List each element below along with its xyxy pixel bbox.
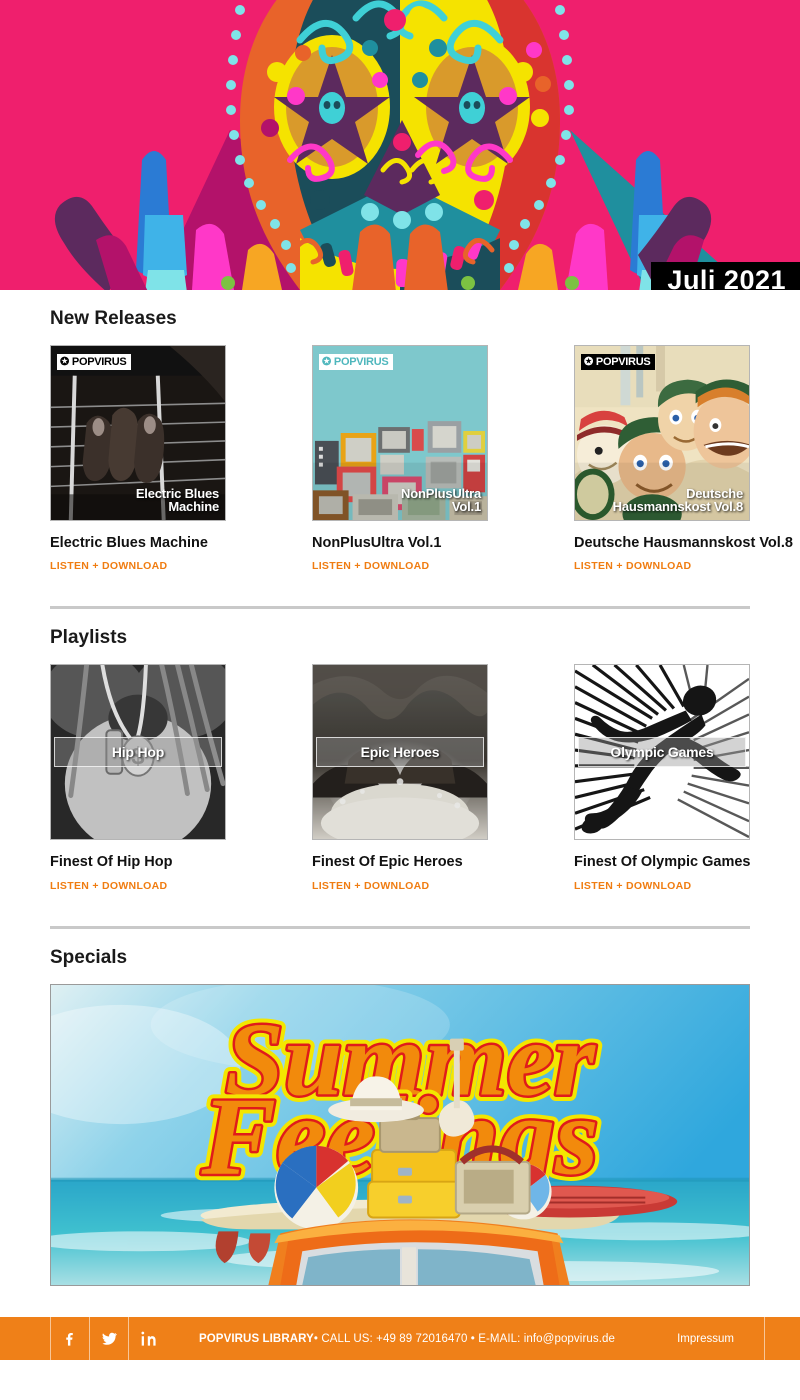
playlist-cover[interactable]: Epic Heroes — [312, 664, 488, 841]
playlist-card[interactable]: Epic Heroes Finest Of Epic Heroes LISTEN… — [312, 664, 488, 892]
month-badge: Juli 2021 — [651, 262, 800, 290]
cover-caption: Deutsche Hausmannskost Vol.8 — [612, 485, 744, 515]
release-card[interactable]: ✪ POPVIRUS Electric Blues Machine Electr… — [50, 345, 226, 572]
footer-contact-info: POPVIRUS LIBRARY • CALL US: +49 89 72016… — [167, 1317, 647, 1360]
release-card[interactable]: ✪ POPVIRUS NonPlusUltra Vol.1 NonPlusUlt… — [312, 345, 488, 572]
twitter-link[interactable] — [89, 1317, 128, 1360]
playlist-overlay: Olympic Games — [578, 737, 746, 768]
footer-left-spacer — [0, 1317, 50, 1360]
hero-banner: Juli 2021 — [0, 0, 800, 290]
section-title-new-releases: New Releases — [50, 308, 177, 329]
impressum-link[interactable]: Impressum — [647, 1317, 765, 1360]
listen-download-link[interactable]: LISTEN + DOWNLOAD — [312, 560, 488, 572]
release-title: Electric Blues Machine — [50, 535, 208, 551]
playlist-overlay-label: Epic Heroes — [360, 744, 440, 761]
playlist-overlay: Hip Hop — [54, 737, 222, 768]
footer-contact: • CALL US: +49 89 72016470 • E-MAIL: inf… — [313, 1332, 615, 1345]
playlists-grid: $ Hip Hop Finest Of Hip Hop LISTEN + DOW… — [50, 664, 751, 892]
cover-caption: Electric Blues Machine — [135, 485, 219, 515]
release-cover[interactable]: ✪ POPVIRUS Deutsche Hausmannskost Vol.8 — [574, 345, 750, 521]
playlist-cover[interactable]: Olympic Games — [574, 664, 750, 841]
star-icon: ✪ — [60, 355, 69, 368]
footer-right-spacer — [765, 1317, 800, 1360]
section-new-releases: New Releases ✪ POPVIRUS Electric Blues M… — [50, 308, 793, 610]
listen-download-link[interactable]: LISTEN + DOWNLOAD — [574, 560, 750, 572]
cover-caption: NonPlusUltra Vol.1 — [401, 485, 481, 515]
release-card[interactable]: ✪ POPVIRUS Deutsche Hausmannskost Vol.8 … — [574, 345, 793, 572]
popvirus-logo-label: POPVIRUS — [595, 356, 651, 368]
popvirus-logo: ✪ POPVIRUS — [57, 354, 132, 370]
star-icon: ✪ — [322, 355, 331, 368]
popvirus-logo: ✪ POPVIRUS — [319, 354, 394, 370]
section-divider — [50, 606, 750, 610]
listen-download-link[interactable]: LISTEN + DOWNLOAD — [574, 880, 750, 892]
newsletter-page: Juli 2021 New Releases ✪ POPVIRUS Electr… — [0, 0, 800, 1400]
playlist-cover[interactable]: $ Hip Hop — [50, 664, 226, 841]
playlist-card[interactable]: $ Hip Hop Finest Of Hip Hop LISTEN + DOW… — [50, 664, 226, 892]
section-title-playlists: Playlists — [50, 627, 128, 649]
star-icon: ✪ — [584, 355, 593, 368]
playlist-card[interactable]: Olympic Games Finest Of Olympic Games LI… — [574, 664, 751, 892]
playlist-title: Finest Of Epic Heroes — [312, 854, 463, 871]
listen-download-link[interactable]: LISTEN + DOWNLOAD — [50, 880, 226, 892]
section-specials: Specials Summer Summer Summer — [50, 947, 750, 1323]
sugar-skull-artwork — [0, 0, 800, 290]
playlist-overlay: Epic Heroes — [316, 737, 484, 768]
release-cover[interactable]: ✪ POPVIRUS Electric Blues Machine — [50, 345, 226, 521]
release-title: Deutsche Hausmannskost Vol.8 — [574, 535, 793, 551]
listen-download-link[interactable]: LISTEN + DOWNLOAD — [50, 560, 226, 572]
section-divider — [50, 925, 750, 929]
popvirus-logo-label: POPVIRUS — [333, 356, 389, 368]
linkedin-icon — [140, 1331, 156, 1346]
playlist-overlay-label: Olympic Games — [610, 744, 714, 761]
summer-feelings-banner: Summer Summer Summer Feelings Feelings F… — [51, 984, 749, 1285]
playlist-overlay-label: Hip Hop — [111, 744, 165, 761]
playlist-title: Finest Of Olympic Games — [574, 854, 751, 871]
site-footer: POPVIRUS LIBRARY • CALL US: +49 89 72016… — [0, 1317, 800, 1360]
popvirus-logo: ✪ POPVIRUS — [581, 354, 656, 370]
section-playlists: Playlists $ Hip Hop Finest Of Hip Hop LI… — [50, 627, 751, 929]
listen-download-link[interactable]: LISTEN + DOWNLOAD — [312, 880, 488, 892]
popvirus-logo-label: POPVIRUS — [71, 356, 127, 368]
twitter-icon — [101, 1332, 117, 1345]
new-releases-grid: ✪ POPVIRUS Electric Blues Machine Electr… — [50, 345, 793, 572]
section-title-specials: Specials — [50, 946, 128, 968]
footer-brand: POPVIRUS LIBRARY — [198, 1332, 314, 1345]
specials-banner[interactable]: Summer Summer Summer Feelings Feelings F… — [50, 983, 750, 1286]
playlist-title: Finest Of Hip Hop — [50, 854, 173, 871]
facebook-link[interactable] — [50, 1317, 89, 1360]
facebook-icon — [65, 1332, 73, 1346]
release-title: NonPlusUltra Vol.1 — [312, 535, 442, 551]
main-content: New Releases ✪ POPVIRUS Electric Blues M… — [0, 308, 800, 1323]
linkedin-link[interactable] — [128, 1317, 167, 1360]
release-cover[interactable]: ✪ POPVIRUS NonPlusUltra Vol.1 — [312, 345, 488, 521]
